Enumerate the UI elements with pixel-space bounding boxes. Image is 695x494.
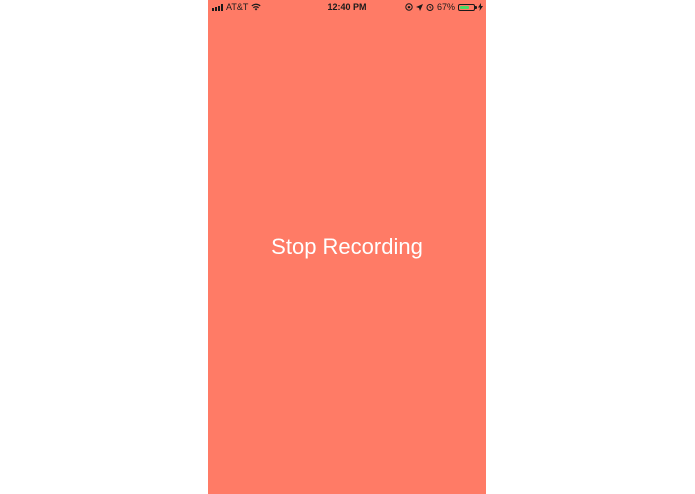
battery-level-fill (460, 5, 469, 9)
alarm-icon (426, 4, 434, 11)
status-bar: AT&T 12:40 PM 67% (208, 0, 486, 14)
battery-percent: 67% (436, 2, 455, 12)
location-arrow-icon (415, 3, 423, 11)
status-bar-right: 67% (405, 2, 483, 12)
battery-icon (458, 3, 477, 11)
stop-recording-button[interactable]: Stop Recording (208, 232, 486, 262)
charging-bolt-icon (478, 3, 483, 11)
screen-lock-rotation-icon (405, 3, 413, 11)
